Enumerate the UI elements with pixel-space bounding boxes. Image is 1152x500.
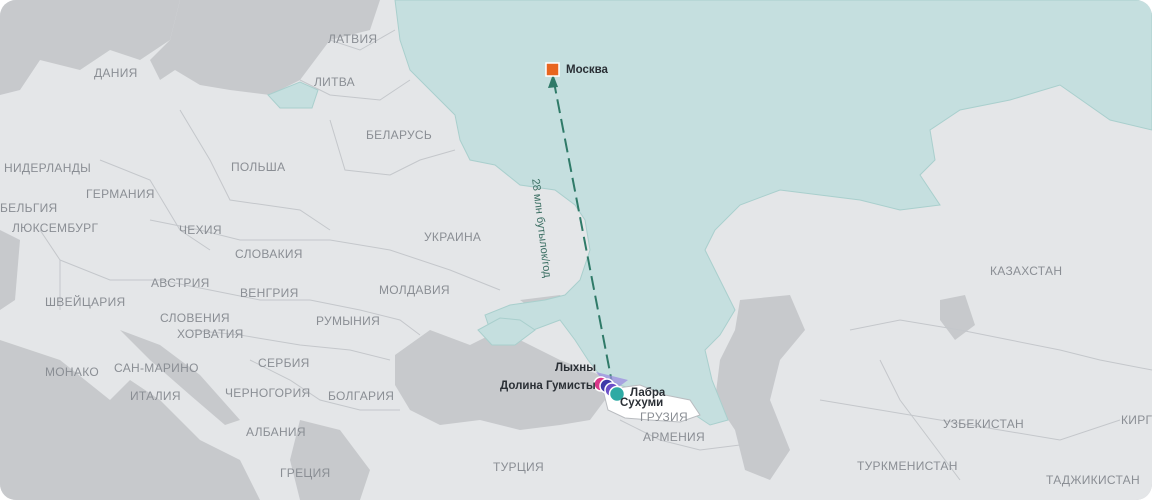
country-label: ЛЮКСЕМБУРГ xyxy=(12,221,99,235)
country-label: АЛБАНИЯ xyxy=(246,425,306,439)
country-label: ЧЕРНОГОРИЯ xyxy=(225,386,311,400)
country-label: МОНАКО xyxy=(45,365,99,379)
country-label: ВЕНГРИЯ xyxy=(240,286,299,300)
country-label: ГРЕЦИЯ xyxy=(280,466,331,480)
country-label: НИДЕРЛАНДЫ xyxy=(4,161,92,175)
sukhumi-label: Сухуми xyxy=(620,397,664,409)
gumista-label: Долина Гумисты xyxy=(500,380,596,392)
country-label: МОЛДАВИЯ xyxy=(379,283,450,297)
country-label: КИРГ xyxy=(1121,413,1152,427)
country-label: БЕЛЬГИЯ xyxy=(0,201,58,215)
country-label: ЧЕХИЯ xyxy=(179,223,222,237)
country-label: ЛИТВА xyxy=(314,75,355,89)
country-label: УЗБЕКИСТАН xyxy=(943,417,1024,431)
country-label: ЛАТВИЯ xyxy=(328,32,378,46)
country-label: ТУРКМЕНИСТАН xyxy=(857,459,958,473)
country-label: БЕЛАРУСЬ xyxy=(366,128,433,142)
country-label: ТУРЦИЯ xyxy=(493,460,544,474)
country-label: ХОРВАТИЯ xyxy=(177,327,244,341)
country-label: УКРАИНА xyxy=(424,230,482,244)
country-label: ШВЕЙЦАРИЯ xyxy=(45,295,126,309)
country-label: БОЛГАРИЯ xyxy=(328,389,395,403)
country-label: ИТАЛИЯ xyxy=(130,389,181,403)
country-label: АРМЕНИЯ xyxy=(643,430,705,444)
moscow-marker xyxy=(545,62,560,77)
lykhny-label: Лыхны xyxy=(555,362,597,374)
country-label: САН-МАРИНО xyxy=(114,361,199,375)
country-label: ПОЛЬША xyxy=(231,160,286,174)
country-label: ГЕРМАНИЯ xyxy=(86,187,155,201)
country-label: ТАДЖИКИСТАН xyxy=(1046,473,1140,487)
moscow-label: Москва xyxy=(566,64,608,76)
country-label: ГРУЗИЯ xyxy=(640,410,688,424)
map-view[interactable]: ЛАТВИЯ ДАНИЯ ЛИТВА БЕЛАРУСЬ НИДЕРЛАНДЫ П… xyxy=(0,0,1152,500)
country-label: АВСТРИЯ xyxy=(151,276,210,290)
country-label: РУМЫНИЯ xyxy=(316,314,381,328)
country-label: СЛОВЕНИЯ xyxy=(160,311,230,325)
country-label: СЛОВАКИЯ xyxy=(235,247,303,261)
country-label: ДАНИЯ xyxy=(94,66,138,80)
country-label: КАЗАХСТАН xyxy=(990,264,1063,278)
country-label: СЕРБИЯ xyxy=(258,356,310,370)
